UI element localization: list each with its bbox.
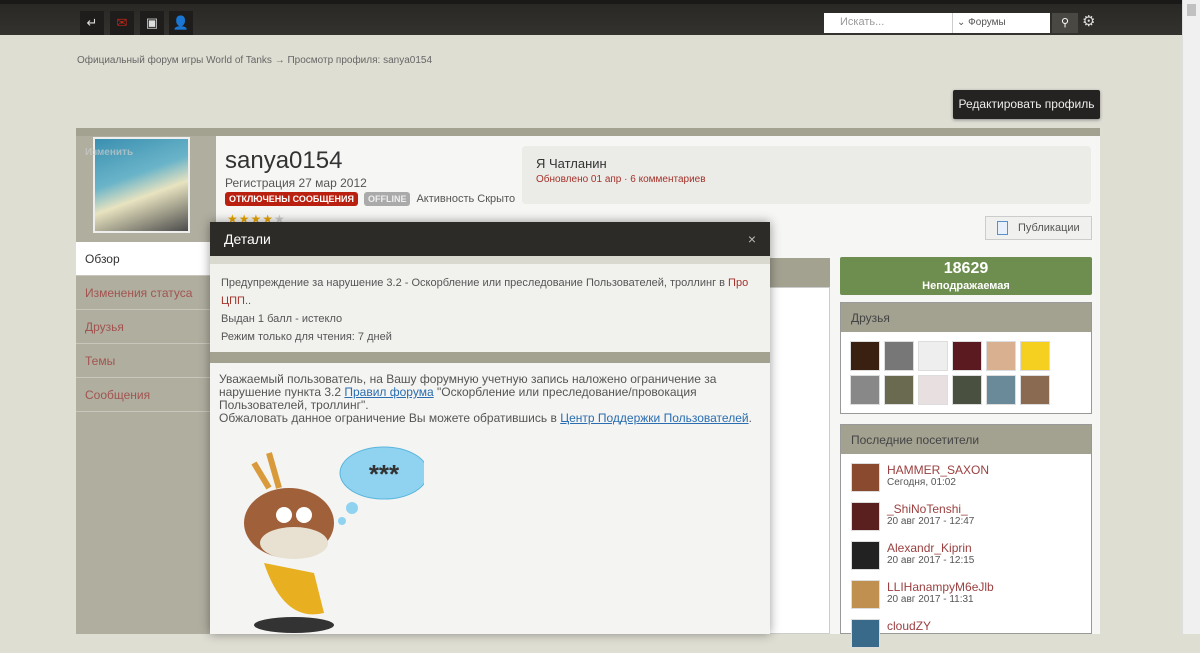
friend-avatar[interactable]: [952, 341, 982, 371]
details-dialog: Детали × Предупреждение за нарушение 3.2 …: [210, 222, 770, 634]
visitor-date: 20 авг 2017 - 12:47: [887, 516, 975, 527]
readonly-mode: Режим только для чтения: 7 дней: [221, 331, 392, 343]
search-scope-select[interactable]: ⌄ Форумы: [952, 13, 1050, 33]
scrollbar[interactable]: [1182, 0, 1200, 634]
warning-end: ..: [244, 295, 252, 307]
breadcrumb-current: Просмотр профиля: sanya0154: [287, 55, 433, 66]
friend-avatar[interactable]: [850, 375, 880, 405]
warning-text: Предупреждение за нарушение 3.2 - Оскорб…: [221, 277, 729, 289]
publications-label: Публикации: [1018, 222, 1080, 234]
friend-avatar[interactable]: [918, 341, 948, 371]
search-input[interactable]: Искать...: [824, 13, 952, 33]
tab-topics[interactable]: Темы: [76, 344, 216, 378]
visitor-name[interactable]: _ShiNoTenshi_: [887, 502, 974, 516]
sign-out-icon[interactable]: ↵: [80, 11, 104, 35]
visitor-date: 20 авг 2017 - 11:31: [887, 594, 974, 605]
friend-avatar[interactable]: [1020, 375, 1050, 405]
registration-date: Регистрация 27 мар 2012: [225, 176, 367, 190]
visitors-title: Последние посетители: [841, 425, 1091, 454]
search-icon[interactable]: ⚲: [1052, 13, 1078, 33]
activity-text: Активность Скрыто: [416, 193, 516, 205]
support-center-link[interactable]: Центр Поддержки Пользователей: [560, 411, 748, 425]
friend-avatar[interactable]: [986, 341, 1016, 371]
scrollbar-thumb[interactable]: [1187, 4, 1196, 16]
publications-button[interactable]: Публикации: [985, 216, 1092, 240]
breadcrumb-separator: →: [274, 55, 285, 66]
friends-box: Друзья: [840, 302, 1092, 414]
messages-disabled-badge: ОТКЛЮЧЕНЫ СООБЩЕНИЯ: [225, 192, 358, 206]
visitor-name[interactable]: Alexandr_Kiprin: [887, 541, 974, 555]
contacts-icon[interactable]: ▣: [140, 11, 164, 35]
msg-text-3: Обжаловать данное ограничение Вы можете …: [219, 411, 561, 425]
friend-avatar[interactable]: [884, 375, 914, 405]
restriction-message: Уважаемый пользователь, на Вашу форумную…: [210, 363, 770, 634]
username: sanya0154: [225, 147, 343, 174]
scope-label: Форумы: [968, 17, 1006, 28]
speech-bubble-text: ***: [369, 459, 400, 489]
friend-avatar[interactable]: [986, 375, 1016, 405]
top-bar: ↵ ✉ ▣ 👤 Искать... ⌄ Форумы ⚲ ⚙: [0, 0, 1182, 35]
msg-end: .: [748, 411, 752, 425]
tab-overview[interactable]: Обзор: [76, 242, 216, 276]
visitor-avatar[interactable]: [851, 541, 880, 570]
visitor-date: Сегодня, 01:02: [887, 477, 956, 488]
document-icon: [997, 221, 1008, 235]
visitor-name[interactable]: HAMMER_SAXON: [887, 463, 989, 477]
breadcrumb-home[interactable]: Официальный форум игры World of Tanks: [77, 55, 272, 66]
friends-title: Друзья: [841, 303, 1091, 332]
reputation-badge: 18629 Неподражаемая: [840, 257, 1092, 295]
avatar-change-link[interactable]: Изменить: [85, 147, 133, 158]
visitor-name[interactable]: LLIHanampyM6eJlb: [887, 580, 994, 594]
dialog-title: Детали: [224, 231, 271, 247]
warning-details: Предупреждение за нарушение 3.2 - Оскорб…: [210, 264, 770, 352]
visitor-item: _ShiNoTenshi_ 20 авг 2017 - 12:47: [841, 497, 1091, 536]
tab-friends[interactable]: Друзья: [76, 310, 216, 344]
warning-points: Выдан 1 балл - истекло: [221, 313, 343, 325]
tab-posts[interactable]: Сообщения: [76, 378, 216, 412]
breadcrumb: Официальный форум игры World of Tanks → …: [77, 55, 432, 66]
visitor-item: LLIHanampyM6eJlb 20 авг 2017 - 11:31: [841, 575, 1091, 614]
friend-avatar[interactable]: [850, 341, 880, 371]
reputation-value: 18629: [943, 260, 989, 277]
close-icon[interactable]: ×: [748, 231, 756, 247]
status-updated[interactable]: Обновлено 01 апр · 6 комментариев: [536, 174, 1077, 185]
visitor-avatar[interactable]: [851, 463, 880, 492]
avatar[interactable]: Изменить: [85, 137, 190, 233]
visitors-box: Последние посетители HAMMER_SAXON Сегодня…: [840, 424, 1092, 648]
user-icon[interactable]: 👤: [169, 11, 193, 35]
visitor-avatar[interactable]: [851, 502, 880, 531]
visitor-avatar[interactable]: [851, 580, 880, 609]
friend-avatar[interactable]: [918, 375, 948, 405]
profile-nav: Обзор Изменения статуса Друзья Темы Сооб…: [76, 242, 216, 412]
visitor-name[interactable]: cloudZY: [887, 619, 931, 633]
tab-status-changes[interactable]: Изменения статуса: [76, 276, 216, 310]
visitor-item: HAMMER_SAXON Сегодня, 01:02: [841, 458, 1091, 497]
forum-rules-link[interactable]: Правил форума: [344, 385, 433, 399]
friend-avatar[interactable]: [952, 375, 982, 405]
status-badge: OFFLINE: [363, 192, 411, 206]
edit-profile-button[interactable]: Редактировать профиль: [953, 90, 1100, 119]
gear-icon[interactable]: ⚙: [1082, 12, 1095, 30]
friend-avatar[interactable]: [884, 341, 914, 371]
visitor-date: 20 авг 2017 - 12:15: [887, 555, 975, 566]
mail-icon[interactable]: ✉: [110, 11, 134, 35]
mascot-image: ***: [244, 446, 424, 633]
reputation-label: Неподражаемая: [922, 280, 1010, 292]
friend-avatar[interactable]: [1020, 341, 1050, 371]
status-text: Я Чатланин: [536, 156, 607, 171]
status-update: Я Чатланин Обновлено 01 апр · 6 коммента…: [522, 146, 1091, 204]
visitor-item: Alexandr_Kiprin 20 авг 2017 - 12:15: [841, 536, 1091, 575]
